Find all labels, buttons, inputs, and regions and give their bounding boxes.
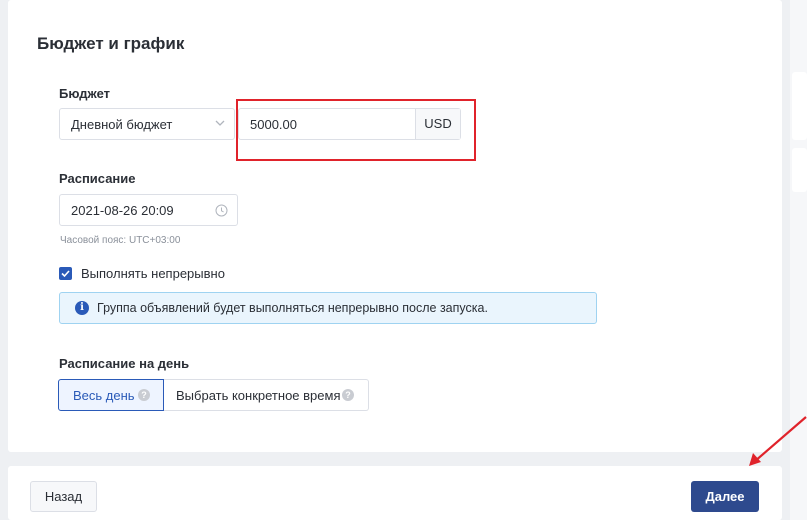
all-day-label: Весь день <box>73 388 135 403</box>
day-schedule-specific-time-option[interactable]: Выбрать конкретное время ? <box>164 379 369 411</box>
continuous-checkbox-label[interactable]: Выполнять непрерывно <box>81 266 225 281</box>
sidebar-panel <box>792 148 807 192</box>
budget-type-value: Дневной бюджет <box>71 117 173 132</box>
start-datetime-value: 2021-08-26 20:09 <box>71 203 174 218</box>
clock-icon <box>215 204 228 217</box>
schedule-label: Расписание <box>59 171 136 186</box>
timezone-hint: Часовой пояс: UTC+03:00 <box>60 235 181 246</box>
next-button[interactable]: Далее <box>691 481 759 512</box>
sidebar-panel <box>792 72 807 140</box>
footer-bar <box>8 466 782 520</box>
budget-type-select[interactable]: Дневной бюджет <box>59 108 235 140</box>
specific-time-label: Выбрать конкретное время <box>176 388 341 403</box>
day-schedule-label: Расписание на день <box>59 356 190 371</box>
annotation-highlight-box <box>236 99 476 161</box>
day-schedule-all-day-option[interactable]: Весь день ? <box>58 379 164 411</box>
arrow-annotation-icon <box>749 416 807 466</box>
section-title: Бюджет и график <box>37 34 185 53</box>
chevron-down-icon <box>215 120 225 126</box>
budget-label: Бюджет <box>59 86 110 101</box>
check-icon <box>61 270 70 278</box>
help-icon: ? <box>342 389 354 401</box>
back-button[interactable]: Назад <box>30 481 97 512</box>
info-notice-text: Группа объявлений будет выполняться непр… <box>97 301 488 315</box>
info-notice: i Группа объявлений будет выполняться не… <box>59 292 597 324</box>
help-icon: ? <box>138 389 150 401</box>
continuous-checkbox[interactable] <box>59 267 72 280</box>
info-icon: i <box>75 301 89 315</box>
start-datetime-picker[interactable]: 2021-08-26 20:09 <box>59 194 238 226</box>
